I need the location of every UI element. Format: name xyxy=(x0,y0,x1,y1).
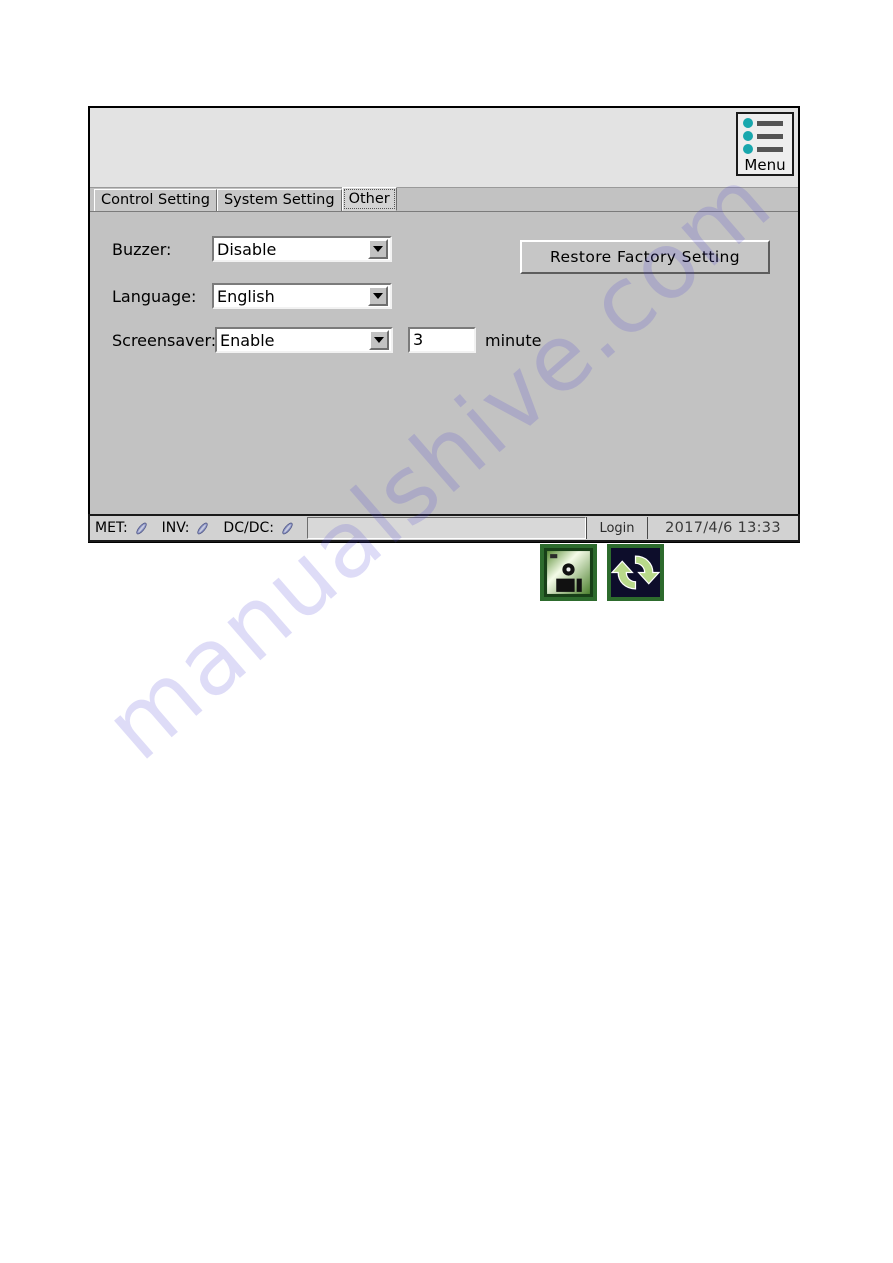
connector-indicator-icon xyxy=(282,522,293,534)
screensaver-select[interactable]: Enable xyxy=(215,327,393,353)
status-inv-label: INV: xyxy=(161,520,190,536)
menu-bar-icon xyxy=(757,146,783,152)
menu-list-icon-row3 xyxy=(743,144,787,154)
action-icon-group xyxy=(540,544,664,601)
datetime-display: 2017/4/6 13:33 xyxy=(665,520,781,536)
status-dcdc-label: DC/DC: xyxy=(223,520,274,536)
settings-content-panel: Buzzer: Disable Language: English Screen… xyxy=(90,212,798,601)
menu-button-label: Menu xyxy=(744,156,786,174)
save-button[interactable] xyxy=(540,544,597,601)
language-select[interactable]: English xyxy=(212,283,392,309)
menu-bar-icon xyxy=(757,133,783,139)
arrow-glyph xyxy=(373,293,383,299)
save-floppy-icon xyxy=(547,551,590,594)
buzzer-value: Disable xyxy=(217,239,277,259)
status-message-field xyxy=(306,517,586,539)
status-met-label: MET: xyxy=(95,520,128,536)
screensaver-value: Enable xyxy=(220,330,275,350)
language-label: Language: xyxy=(112,286,197,306)
chevron-down-icon[interactable] xyxy=(368,239,388,259)
status-dcdc: DC/DC: xyxy=(223,520,303,537)
buzzer-select[interactable]: Disable xyxy=(212,236,392,262)
menu-bar-icon xyxy=(757,120,783,126)
screensaver-label: Screensaver: xyxy=(112,330,217,350)
tab-control-setting[interactable]: Control Setting xyxy=(94,189,217,211)
tab-other[interactable]: Other xyxy=(341,187,397,211)
restore-factory-setting-button[interactable]: Restore Factory Setting xyxy=(520,240,770,274)
menu-button[interactable]: Menu xyxy=(736,112,794,176)
login-button[interactable]: Login xyxy=(586,517,648,539)
menu-dot-icon xyxy=(743,118,753,128)
status-met: MET: xyxy=(95,520,157,537)
status-bar: MET: INV: DC/DC: Login 2017/4/6 13:33 xyxy=(88,514,800,542)
header-bar: Menu xyxy=(90,108,798,188)
menu-dot-icon xyxy=(743,131,753,141)
buzzer-label: Buzzer: xyxy=(112,239,172,259)
connector-indicator-icon xyxy=(136,522,147,534)
connector-indicator-icon xyxy=(197,522,209,534)
arrow-glyph xyxy=(373,246,383,252)
language-value: English xyxy=(217,286,275,306)
menu-list-icon xyxy=(743,118,787,128)
tab-strip: Control Setting System Setting Other xyxy=(90,187,798,212)
device-settings-window: Menu Control Setting System Setting Othe… xyxy=(88,106,800,601)
menu-dot-icon xyxy=(743,144,753,154)
arrow-glyph xyxy=(374,337,384,343)
screensaver-timeout-unit: minute xyxy=(485,330,542,350)
refresh-button[interactable] xyxy=(607,544,664,601)
tab-system-setting[interactable]: System Setting xyxy=(216,189,342,211)
status-inv: INV: xyxy=(162,520,219,537)
refresh-arrows-icon xyxy=(610,548,661,597)
screensaver-timeout-input[interactable]: 3 xyxy=(408,327,476,353)
chevron-down-icon[interactable] xyxy=(369,330,389,350)
chevron-down-icon[interactable] xyxy=(368,286,388,306)
buzzer-row: Buzzer: Disable xyxy=(112,236,392,262)
language-row: Language: English xyxy=(112,283,392,309)
menu-list-icon-row2 xyxy=(743,131,787,141)
screensaver-row: Screensaver: Enable 3 minute xyxy=(112,327,541,353)
